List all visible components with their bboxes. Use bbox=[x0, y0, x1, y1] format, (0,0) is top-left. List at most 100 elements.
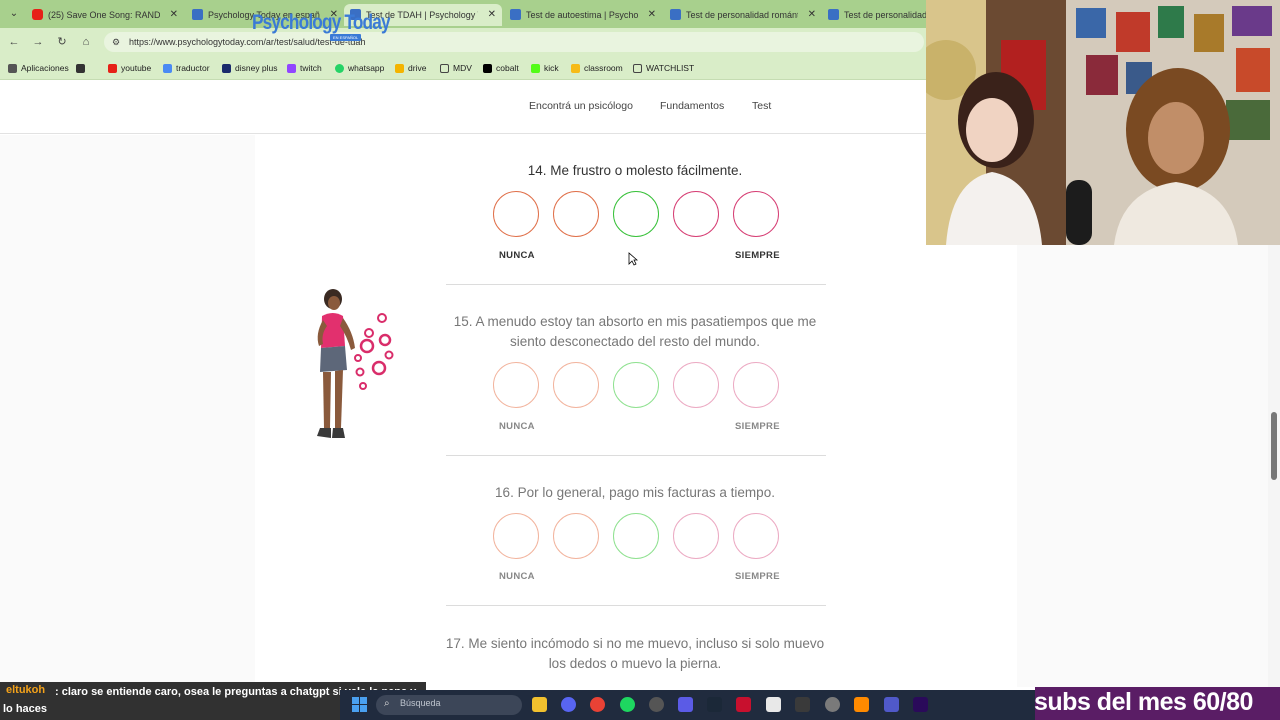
scale-low-label: NUNCA bbox=[499, 250, 535, 261]
tab-search-chevron-icon[interactable]: ⌄ bbox=[6, 6, 22, 22]
bookmark-grid[interactable] bbox=[76, 61, 89, 75]
chrome-icon[interactable] bbox=[590, 697, 605, 712]
question-text: 17. Me siento incómodo si no me muevo, i… bbox=[445, 636, 825, 671]
search-icon: ⌕ bbox=[384, 698, 390, 709]
nav-find-psychologist[interactable]: Encontrá un psicólogo bbox=[529, 100, 633, 112]
home-icon[interactable]: ⌂ bbox=[78, 34, 94, 50]
bookmark-twitch[interactable]: twitch bbox=[287, 61, 322, 75]
classroom-icon bbox=[571, 64, 580, 73]
bookmark-watchlist[interactable]: WATCHLIST bbox=[633, 61, 694, 75]
option-4-radio[interactable] bbox=[673, 513, 719, 559]
scrollbar-thumb[interactable] bbox=[1271, 412, 1277, 480]
folder-icon bbox=[633, 64, 642, 73]
nav-fundamentals[interactable]: Fundamentos bbox=[660, 100, 724, 112]
close-icon[interactable]: ✕ bbox=[488, 4, 496, 26]
file-explorer-icon[interactable] bbox=[532, 697, 547, 712]
app-light-icon[interactable] bbox=[766, 697, 781, 712]
nav-test[interactable]: Test bbox=[752, 100, 771, 112]
browser-tab-bar: ⌄ (25) Save One Song: RANDOM ✕ Psycholog… bbox=[0, 0, 926, 28]
fl-studio-icon[interactable] bbox=[854, 697, 869, 712]
site-header bbox=[0, 81, 926, 134]
youtube-icon bbox=[108, 64, 117, 73]
discord-icon[interactable] bbox=[561, 697, 576, 712]
subs-counter-text: subs del mes 60/80 bbox=[1034, 688, 1253, 716]
bookmark-disney[interactable]: disney plus bbox=[222, 61, 278, 75]
close-icon[interactable]: ✕ bbox=[808, 4, 816, 26]
bookmark-classroom[interactable]: classroom bbox=[571, 61, 623, 75]
bookmarks-bar: Aplicaciones youtube traductor disney pl… bbox=[0, 56, 926, 80]
cobalt-icon bbox=[483, 64, 492, 73]
kick-icon bbox=[531, 64, 540, 73]
option-2-radio[interactable] bbox=[553, 191, 599, 237]
apps-grid-icon bbox=[8, 64, 17, 73]
apps-grid-icon bbox=[76, 64, 85, 73]
taskbar-search[interactable] bbox=[376, 695, 522, 715]
close-icon[interactable]: ✕ bbox=[648, 4, 656, 26]
scale-high-label: SIEMPRE bbox=[735, 250, 780, 261]
option-4-radio[interactable] bbox=[673, 362, 719, 408]
notion-icon[interactable] bbox=[795, 697, 810, 712]
bookmark-apps[interactable]: Aplicaciones bbox=[8, 61, 69, 75]
pt-icon bbox=[670, 9, 681, 20]
close-icon[interactable]: ✕ bbox=[170, 4, 178, 26]
option-1-radio[interactable] bbox=[493, 362, 539, 408]
scale-low-label: NUNCA bbox=[499, 571, 535, 582]
back-icon[interactable]: ← bbox=[6, 34, 22, 50]
bookmark-whatsapp[interactable]: whatsapp bbox=[335, 61, 384, 75]
browser-tab[interactable]: Test de autoestima | Psycholog ✕ bbox=[504, 4, 662, 26]
scale-high-label: SIEMPRE bbox=[735, 571, 780, 582]
option-2-radio[interactable] bbox=[553, 513, 599, 559]
bookmark-cobalt[interactable]: cobalt bbox=[483, 61, 519, 75]
app-gray-icon[interactable] bbox=[825, 697, 840, 712]
translate-icon bbox=[163, 64, 172, 73]
option-2-radio[interactable] bbox=[553, 362, 599, 408]
browser-tab[interactable]: Test de personalidad romántic ✕ bbox=[664, 4, 822, 26]
divider bbox=[446, 605, 826, 606]
woman-illustration-icon bbox=[317, 289, 394, 438]
chat-username: eltukoh bbox=[6, 684, 46, 696]
reload-icon[interactable]: ↻ bbox=[54, 34, 70, 50]
divider bbox=[446, 455, 826, 456]
pt-icon bbox=[828, 9, 839, 20]
teams-icon[interactable] bbox=[884, 697, 899, 712]
bookmark-youtube[interactable]: youtube bbox=[108, 61, 151, 75]
option-1-radio[interactable] bbox=[493, 191, 539, 237]
steam-icon[interactable] bbox=[707, 697, 722, 712]
bookmark-kick[interactable]: kick bbox=[531, 61, 559, 75]
address-bar[interactable]: ⚙ https://www.psychologytoday.com/ar/tes… bbox=[104, 32, 924, 52]
question-text: 16. Por lo general, pago mis facturas a … bbox=[495, 485, 775, 500]
browser-tab[interactable]: (25) Save One Song: RANDOM ✕ bbox=[26, 4, 184, 26]
browser-tab[interactable]: Test de personalidad ro bbox=[822, 4, 926, 26]
settings-gear-icon[interactable] bbox=[649, 697, 664, 712]
mouse-cursor-icon bbox=[628, 252, 638, 266]
scale-low-label: NUNCA bbox=[499, 421, 535, 432]
option-3-radio[interactable] bbox=[613, 362, 659, 408]
pt-icon bbox=[510, 9, 521, 20]
site-info-icon[interactable]: ⚙ bbox=[112, 36, 124, 48]
option-5-radio[interactable] bbox=[733, 191, 779, 237]
option-3-radio[interactable] bbox=[613, 513, 659, 559]
divider bbox=[446, 284, 826, 285]
youtube-icon bbox=[32, 9, 43, 20]
option-5-radio[interactable] bbox=[733, 513, 779, 559]
bookmark-mdv[interactable]: MDV bbox=[440, 61, 472, 75]
psychology-today-logo[interactable]: Psychology Today EN ESPAÑOL bbox=[252, 11, 391, 43]
app-red-icon[interactable] bbox=[736, 697, 751, 712]
windows-start-icon[interactable] bbox=[352, 697, 367, 712]
option-3-radio[interactable] bbox=[613, 191, 659, 237]
option-4-radio[interactable] bbox=[673, 191, 719, 237]
premiere-icon[interactable] bbox=[913, 697, 928, 712]
pt-icon bbox=[192, 9, 203, 20]
option-1-radio[interactable] bbox=[493, 513, 539, 559]
forward-icon[interactable]: → bbox=[30, 34, 46, 50]
scale-high-label: SIEMPRE bbox=[735, 421, 780, 432]
bookmark-traductor[interactable]: traductor bbox=[163, 61, 210, 75]
spotify-icon[interactable] bbox=[620, 697, 635, 712]
app-icon[interactable] bbox=[678, 697, 693, 712]
bookmark-drive[interactable]: drive bbox=[395, 61, 426, 75]
question-text: 15. A menudo estoy tan absorto en mis pa… bbox=[453, 314, 817, 349]
question-text: 14. Me frustro o molesto fácilmente. bbox=[527, 163, 743, 178]
twitch-icon bbox=[287, 64, 296, 73]
option-5-radio[interactable] bbox=[733, 362, 779, 408]
whatsapp-icon bbox=[335, 64, 344, 73]
